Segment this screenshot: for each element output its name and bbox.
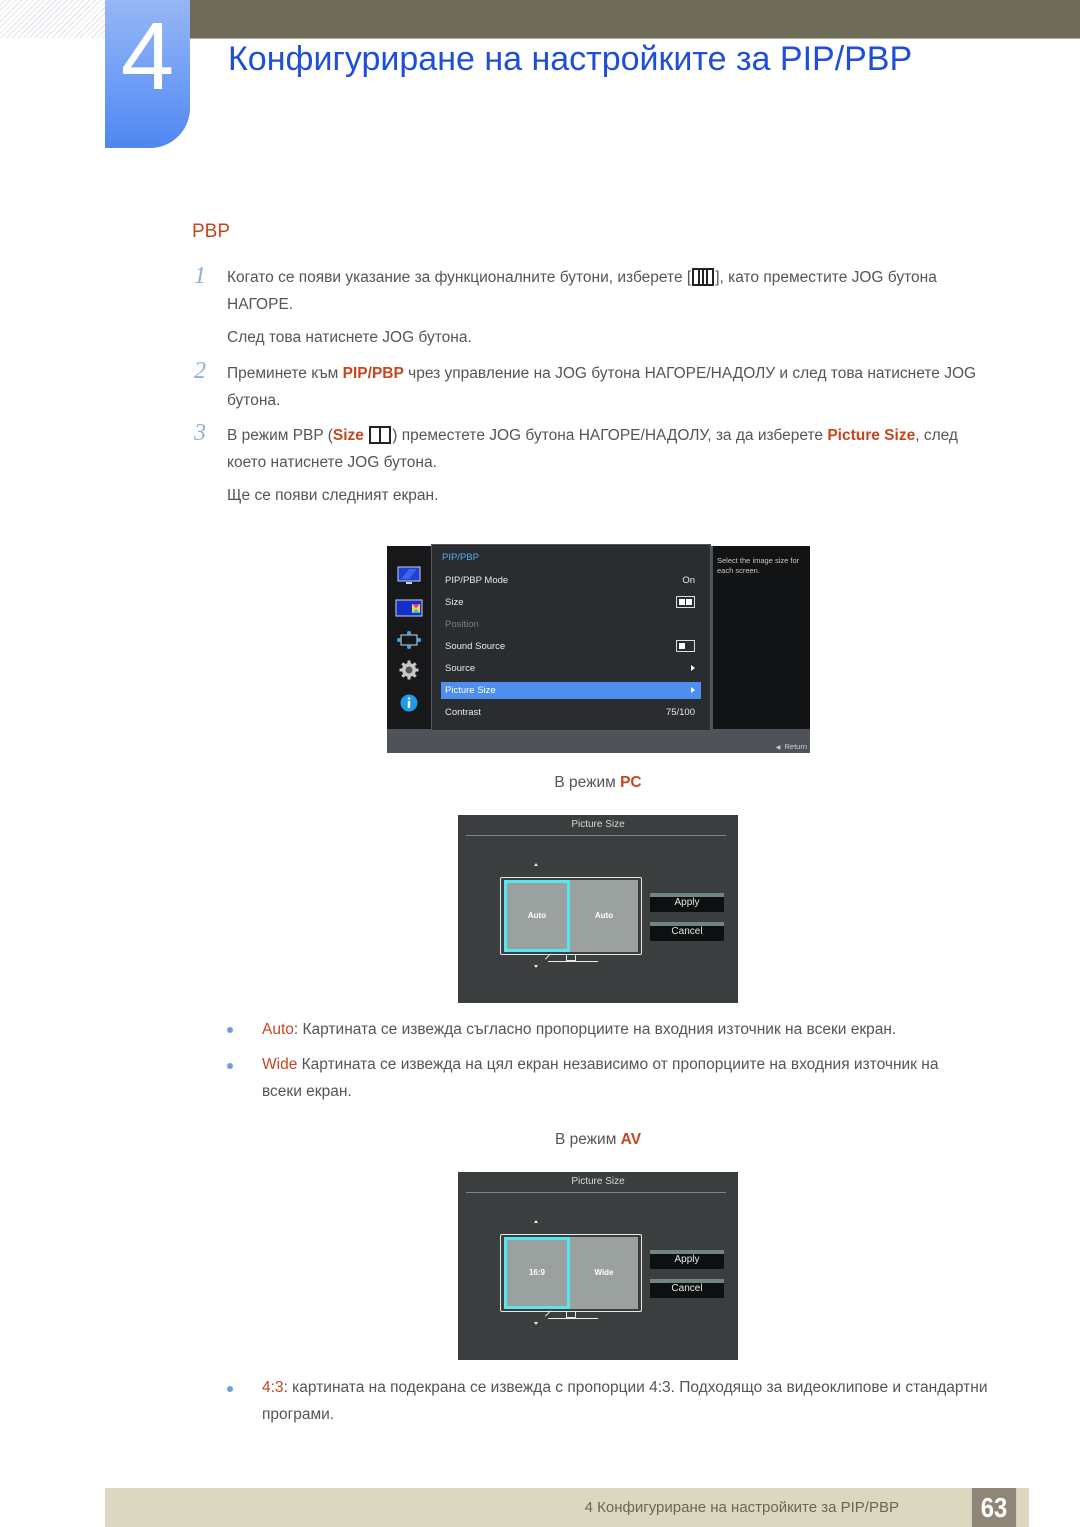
arrow-right-icon — [691, 687, 695, 693]
bullet-icon — [227, 1063, 233, 1069]
osd-item-pip-pbp-mode[interactable]: PIP/PBP Mode On — [441, 572, 701, 589]
header-bar — [190, 0, 1080, 38]
bullet-icon — [227, 1386, 233, 1392]
step-text-part: В режим PBP ( — [227, 427, 333, 444]
cancel-button[interactable]: Cancel — [650, 1279, 724, 1298]
arrow-down-icon[interactable] — [534, 1322, 538, 1325]
pc-picture-size-dialog: Picture Size Auto Auto Apply Cancel — [458, 815, 738, 1003]
arrow-up-icon[interactable] — [534, 863, 538, 866]
bullet-term: Wide — [262, 1056, 298, 1073]
osd-item-label: Position — [445, 619, 479, 630]
monitor-preview: 16:9 Wide — [500, 1234, 642, 1312]
bullet-item-4-3: 4:3: картината на подекрана се извежда с… — [262, 1374, 1007, 1428]
picture-icon[interactable] — [397, 566, 421, 586]
right-pane-option[interactable]: Auto — [570, 880, 638, 952]
three-pane-monitor-icon — [692, 268, 715, 286]
step-text-part: ) преместете JOG бутона НАГОРЕ/НАДОЛУ, з… — [392, 427, 828, 444]
bullet-icon — [227, 1027, 233, 1033]
arrow-right-icon — [691, 665, 695, 671]
left-pane-option[interactable]: Auto — [504, 880, 570, 952]
osd-item-label: Contrast — [445, 707, 481, 718]
dialog-title-divider — [466, 835, 726, 836]
cancel-button[interactable]: Cancel — [650, 922, 724, 941]
step-followup: Ще се появи следният екран. — [227, 487, 439, 504]
size-position-icon[interactable] — [397, 630, 421, 650]
arrow-up-icon[interactable] — [534, 1220, 538, 1223]
bullet-text: картината на подекрана се извежда с проп… — [262, 1379, 988, 1423]
step-text-part: Преминете към — [227, 365, 343, 382]
step-number: 3 — [194, 420, 206, 446]
menu-term-highlight: Size — [332, 427, 364, 444]
monitor-base — [548, 961, 598, 962]
osd-item-picture-size[interactable]: Picture Size — [441, 682, 701, 699]
osd-menu-screenshot: PIP/PBP PIP/PBP Mode On Size Position So… — [387, 544, 810, 753]
bullet-term: Auto — [262, 1021, 294, 1038]
step-number: 2 — [194, 358, 206, 384]
osd-item-label: PIP/PBP Mode — [445, 575, 509, 586]
dialog-title: Picture Size — [571, 1176, 625, 1187]
osd-item-size[interactable]: Size — [441, 594, 701, 611]
pc-mode-label: В режим PC — [498, 774, 698, 792]
mode-label-prefix: В режим — [554, 1131, 621, 1148]
menu-term-highlight: PIP/PBP — [342, 365, 404, 382]
osd-item-label: Sound Source — [445, 641, 506, 652]
dialog-title-divider — [466, 1192, 726, 1193]
mode-label-prefix: В режим — [554, 774, 621, 791]
section-title: PBP — [192, 221, 231, 242]
osd-menu-title: PIP/PBP — [442, 552, 479, 563]
osd-item-label: Source — [445, 663, 476, 674]
page-title: Конфигуриране на настройките за PIP/PBP — [228, 40, 913, 78]
bullet-text: Картината се извежда съгласно пропорциит… — [298, 1021, 897, 1038]
monitor-base — [548, 1318, 598, 1319]
color-icon[interactable] — [395, 599, 423, 619]
osd-item-label: Picture Size — [445, 685, 496, 696]
step-followup: След това натиснете JOG бутона. — [227, 329, 472, 346]
arrow-left-icon: ◀ — [775, 745, 781, 751]
menu-term-highlight: Picture Size — [827, 427, 916, 444]
information-icon[interactable] — [397, 693, 421, 713]
osd-item-label: Size — [445, 597, 464, 608]
osd-help-text: Select the image size for each screen. — [713, 546, 810, 729]
av-picture-size-dialog: Picture Size 16:9 Wide Apply Cancel — [458, 1172, 738, 1360]
bullet-term: 4:3 — [262, 1379, 284, 1396]
osd-return-label: Return — [784, 742, 807, 751]
two-pane-icon — [369, 426, 392, 444]
step-text: Когато се появи указание за функционални… — [227, 264, 997, 318]
osd-item-sound-source[interactable]: Sound Source — [441, 638, 701, 655]
osd-item-position: Position — [441, 616, 701, 633]
two-pane-icon — [676, 596, 695, 609]
right-pane-option[interactable]: Wide — [570, 1237, 638, 1309]
bullet-text: Картината се извежда на цял екран незави… — [262, 1056, 939, 1100]
mode-label-term: PC — [620, 774, 642, 791]
chapter-number: 4 — [120, 3, 175, 110]
monitor-preview: Auto Auto — [500, 877, 642, 955]
osd-item-value: On — [682, 575, 695, 586]
apply-button[interactable]: Apply — [650, 893, 724, 912]
bullet-item-wide: Wide Картината се извежда на цял екран н… — [262, 1051, 962, 1105]
left-pane-icon — [676, 640, 695, 653]
arrow-down-icon[interactable] — [534, 965, 538, 968]
step-text: Преминете към PIP/PBP чрез управление на… — [227, 360, 997, 414]
page-number: 63 — [971, 1488, 1017, 1527]
step-text-part: Когато се появи указание за функционални… — [227, 269, 692, 286]
setup-gear-icon[interactable] — [397, 660, 421, 680]
step-text: В режим PBP (Size ) преместете JOG бутон… — [227, 422, 997, 476]
osd-item-contrast[interactable]: Contrast 75/100 — [441, 704, 701, 721]
bullet-item-auto: Auto: Картината се извежда съгласно проп… — [262, 1016, 1007, 1043]
mode-label-term: AV — [620, 1131, 642, 1148]
osd-item-value: 75/100 — [665, 707, 695, 718]
header-divider — [190, 38, 1080, 39]
osd-sidebar — [387, 546, 431, 729]
osd-item-source[interactable]: Source — [441, 660, 701, 677]
av-mode-label: В режим AV — [498, 1131, 698, 1149]
footer-chapter-title: 4 Конфигуриране на настройките за PIP/PB… — [584, 1499, 899, 1516]
osd-pip-pbp-menu: PIP/PBP PIP/PBP Mode On Size Position So… — [431, 544, 711, 731]
dialog-title: Picture Size — [571, 819, 625, 830]
osd-return-button[interactable]: ◀ Return — [776, 742, 807, 751]
left-pane-option[interactable]: 16:9 — [504, 1237, 570, 1309]
page-footer: 4 Конфигуриране на настройките за PIP/PB… — [105, 1488, 1029, 1527]
step-number: 1 — [194, 263, 206, 289]
apply-button[interactable]: Apply — [650, 1250, 724, 1269]
header-hatch-decoration — [0, 0, 105, 38]
